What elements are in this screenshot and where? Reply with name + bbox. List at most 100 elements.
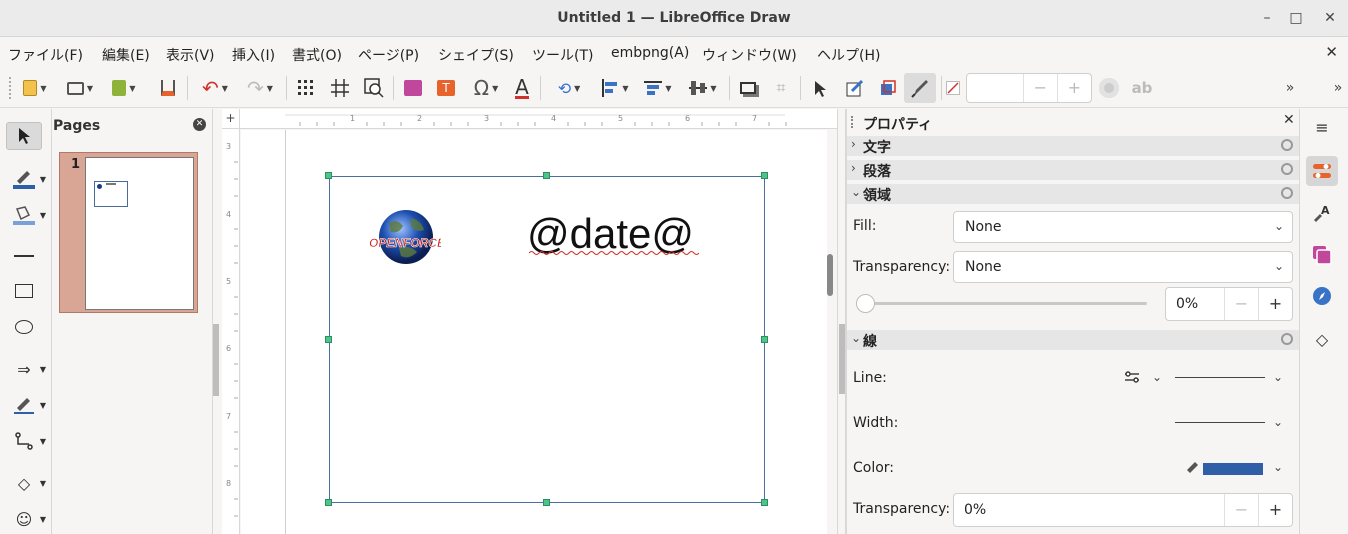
resize-handle-bl[interactable] — [325, 499, 332, 506]
export-icon[interactable]: ▼ — [106, 76, 142, 100]
close-window-icon[interactable]: ✕ — [1319, 8, 1341, 28]
line-width-spinbox[interactable]: − + — [966, 73, 1092, 103]
section-paragraph[interactable]: › 段落 — [847, 160, 1299, 180]
record-icon[interactable] — [1097, 76, 1121, 100]
decrease-icon[interactable]: − — [1224, 494, 1258, 526]
line-style-preview[interactable] — [1175, 377, 1265, 378]
line-color-picker-icon[interactable] — [1185, 460, 1201, 474]
menu-insert[interactable]: 挿入(I) — [232, 45, 275, 65]
page-thumbnail-selected[interactable]: 1 — [59, 152, 198, 313]
section-line[interactable]: ⌄ 線 — [847, 330, 1299, 350]
chevron-down-icon[interactable]: ⌄ — [1152, 370, 1162, 384]
select-icon[interactable] — [6, 122, 42, 150]
chevron-down-icon[interactable]: ⌄ — [1273, 370, 1283, 384]
close-sidebar-icon[interactable]: ✕ — [1283, 112, 1295, 128]
rectangle-tool-icon[interactable] — [6, 277, 42, 305]
more-options-icon[interactable]: » — [1280, 76, 1300, 100]
ruler-origin[interactable]: + — [222, 109, 240, 129]
line-color-swatch[interactable] — [1203, 463, 1263, 475]
fill-select[interactable]: None ⌄ — [953, 211, 1293, 243]
increase-icon[interactable]: + — [1258, 494, 1292, 526]
line-transparency-spinbox[interactable]: 0% − + — [953, 493, 1293, 527]
line-transparency-value[interactable]: 0% — [954, 494, 1224, 526]
area-transparency-percent[interactable]: 0% — [1166, 288, 1224, 320]
menu-window[interactable]: ウィンドウ(W) — [702, 45, 797, 65]
page-thumbnail[interactable] — [85, 157, 194, 310]
resize-handle-tl[interactable] — [325, 172, 332, 179]
decrease-icon[interactable]: − — [1224, 288, 1258, 320]
fill-color-icon[interactable]: ▼ — [6, 201, 46, 229]
transparency-slider-handle[interactable] — [856, 294, 875, 313]
close-document-icon[interactable]: ✕ — [1325, 43, 1338, 61]
menu-file[interactable]: ファイル(F) — [8, 45, 83, 65]
show-draw-functions-icon[interactable] — [904, 73, 936, 103]
line-width-field[interactable] — [967, 74, 1025, 102]
spellcheck-icon[interactable]: ab — [1128, 76, 1156, 100]
resize-handle-b[interactable] — [543, 499, 550, 506]
connector-tool-icon[interactable]: ▼ — [6, 427, 46, 455]
navigator-deck-icon[interactable] — [1306, 281, 1338, 311]
decrease-icon[interactable]: − — [1024, 74, 1058, 102]
resize-handle-l[interactable] — [325, 336, 332, 343]
symbol-shapes-icon[interactable]: ☺ ▼ — [6, 505, 46, 533]
redo-icon[interactable]: ↷ ▼ — [240, 76, 280, 100]
gear-icon[interactable] — [1281, 333, 1293, 345]
increase-icon[interactable]: + — [1058, 74, 1091, 102]
align-objects-icon[interactable]: ▼ — [596, 76, 634, 100]
resize-handle-tr[interactable] — [761, 172, 768, 179]
grid-icon[interactable] — [294, 76, 318, 100]
gear-icon[interactable] — [1281, 163, 1293, 175]
basic-shapes-icon[interactable]: ◇ ▼ — [6, 469, 46, 497]
shapes-deck-icon[interactable]: ◇ — [1306, 324, 1338, 354]
arrow-tool-icon[interactable]: ⇒ ▼ — [6, 355, 46, 383]
vertical-ruler[interactable]: 3 4 5 6 7 8 — [222, 129, 240, 534]
transformations-icon[interactable]: ⟲ ▼ — [548, 76, 590, 100]
insert-image-icon[interactable] — [401, 76, 425, 100]
menu-page[interactable]: ページ(P) — [358, 45, 419, 65]
styles-deck-icon[interactable]: A — [1306, 199, 1338, 229]
menu-view[interactable]: 表示(V) — [166, 45, 215, 65]
chevron-down-icon[interactable]: ⌄ — [1273, 460, 1283, 474]
transparency-slider-track[interactable] — [865, 302, 1147, 305]
gear-icon[interactable] — [1281, 139, 1293, 151]
menu-tools[interactable]: ツール(T) — [532, 45, 593, 65]
resize-handle-t[interactable] — [543, 172, 550, 179]
resize-handle-br[interactable] — [761, 499, 768, 506]
menu-format[interactable]: 書式(O) — [292, 45, 342, 65]
gear-icon[interactable] — [1281, 187, 1293, 199]
expand-toolbar-icon[interactable]: » — [1328, 76, 1348, 100]
section-area[interactable]: ⌄ 領域 — [847, 184, 1299, 204]
zoom-pan-icon[interactable] — [362, 76, 386, 100]
vertical-scrollbar[interactable] — [827, 254, 833, 296]
undo-icon[interactable]: ↶ ▼ — [195, 76, 235, 100]
arrange-icon[interactable]: ▼ — [638, 76, 678, 100]
section-character[interactable]: › 文字 — [847, 136, 1299, 156]
area-transparency-select[interactable]: None ⌄ — [953, 251, 1293, 283]
open-icon[interactable]: ▼ — [60, 76, 100, 100]
shadow-icon[interactable] — [736, 76, 760, 100]
chevron-down-icon[interactable]: ⌄ — [1273, 415, 1283, 429]
gallery-deck-icon[interactable] — [1306, 240, 1338, 270]
menu-shape[interactable]: シェイプ(S) — [438, 45, 514, 65]
resize-handle-r[interactable] — [761, 336, 768, 343]
maximize-icon[interactable]: □ — [1285, 8, 1307, 28]
area-transparency-spinbox[interactable]: 0% − + — [1165, 287, 1293, 321]
special-character-icon[interactable]: Ω ▼ — [466, 76, 506, 100]
ellipse-tool-icon[interactable] — [6, 313, 42, 341]
curve-tool-icon[interactable]: ▼ — [6, 391, 46, 419]
line-tool-icon[interactable] — [6, 242, 42, 270]
insert-textbox-icon[interactable]: T — [434, 76, 458, 100]
3d-object-icon[interactable] — [876, 76, 900, 100]
menu-help[interactable]: ヘルプ(H) — [817, 45, 880, 65]
points-icon[interactable] — [809, 76, 833, 100]
close-pages-icon[interactable]: ✕ — [193, 118, 206, 131]
menu-edit[interactable]: 編集(E) — [102, 45, 150, 65]
helplines-icon[interactable] — [328, 76, 352, 100]
minimize-icon[interactable]: – — [1256, 8, 1278, 28]
new-icon[interactable]: ▼ — [18, 76, 52, 100]
line-style-icon[interactable] — [1124, 370, 1140, 384]
line-color-icon[interactable]: ▼ — [6, 165, 46, 193]
distribute-icon[interactable]: ▼ — [683, 76, 723, 100]
properties-deck-icon[interactable] — [1306, 156, 1338, 186]
menu-embpng[interactable]: embpng(A) — [611, 45, 689, 61]
